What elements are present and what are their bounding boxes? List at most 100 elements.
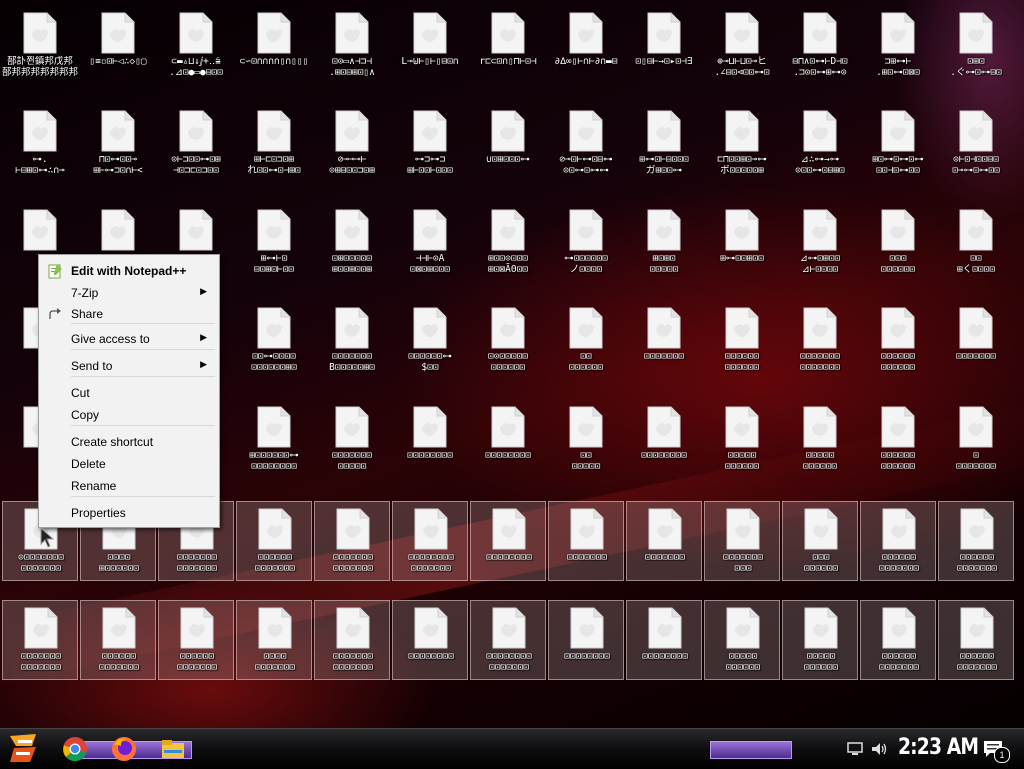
desktop-file-icon[interactable]: ⊙⊢⊐⊡⊡⊶⊡⊞ ⊣⊡⊐⊏⊡⊐⊡⊡ <box>158 104 234 184</box>
desktop-file-icon[interactable]: ⊡⊡⊡⊡⊡⊡ ⊡⊡⊡⊡⊡⊡⊡ <box>236 501 312 581</box>
desktop-file-icon[interactable]: ⊡⊡⊡⊡⊡⊡⊡ ⊡⊡⊡⊡⊡⊡⊡ <box>314 501 390 581</box>
desktop-file-icon[interactable]: ⊡⊡ ⊡⊡⊡⊡⊡⊡ <box>548 301 624 381</box>
desktop-file-icon[interactable]: ⊿⊶⊡⊞⊡⊡ ⊿⊢⊡⊡⊡⊡ <box>782 203 858 283</box>
desktop-file-icon[interactable]: ⊂∽⊡∩∩∩∩▯∩▯▯▯ <box>236 6 312 86</box>
menu-item-7-zip[interactable]: 7-Zip ▶ <box>39 283 219 303</box>
desktop-file-icon[interactable]: ⊡▯⊟⊢→⊡▸⊡⊣∃ <box>626 6 702 86</box>
desktop-file-icon[interactable]: ⊐⊞⊶⊢ .⊞⊡⊶⊡⊠⊡ <box>860 6 936 86</box>
desktop-file-icon[interactable]: ⊡⊡⊡⊡⊡⊡ ⊡⊡⊡⊡⊡⊡ <box>860 400 936 480</box>
desktop-file-icon[interactable]: ⊡⊡⊡⊡⊡ ⊡⊡⊡⊡⊡⊡ <box>704 400 780 480</box>
desktop-file-icon[interactable]: ⊞⊶⊡⊡⊞⊡⊡ <box>704 203 780 283</box>
pinned-chrome[interactable] <box>62 736 88 762</box>
desktop-file-icon[interactable]: ⊡⊡⊡⊡⊡⊡⊡ B⊡⊡⊡⊡⊡⊞⊡ <box>314 301 390 381</box>
desktop-file-icon[interactable]: ⊡⊡⊡⊡⊡⊡ ⊡⊡⊡⊡⊡⊡ <box>704 301 780 381</box>
desktop-file-icon[interactable]: ⊣⊣⊢⊙A ⊡⊠⊡⊞⊡⊡⊡ <box>392 203 468 283</box>
desktop-file-icon[interactable]: ⊡⊡⊡⊡⊡⊡⊡⊡ <box>626 400 702 480</box>
menu-item-cut[interactable]: Cut <box>39 383 219 403</box>
desktop-file-icon[interactable]: ⊡⊡⊡⊡⊡⊡ ⊡⊡⊡⊡⊡⊡⊡ <box>860 501 936 581</box>
desktop-file-icon[interactable]: ⊙⊢⊡⊣⊡⊡⊟⊡ ⊡⊸⊶⊡⊶⊡⊡ <box>938 104 1014 184</box>
desktop-file-icon[interactable]: ⊡⊡⊡⊡⊡⊡ ⊡⊡⊡⊡⊡⊡ <box>860 301 936 381</box>
desktop-file-icon[interactable]: ⊡⊡⊡⊡⊡⊡⊡⊡ <box>392 600 468 680</box>
desktop-file-icon[interactable]: ⊡ ⊡⊡⊡⊡⊡⊡⊡ <box>938 400 1014 480</box>
desktop-file-icon[interactable]: ⊡⊡⊡⊡⊡⊡⊡⊡ <box>470 501 546 581</box>
desktop-file-icon[interactable]: 郚訃쬔鎮邦戊邦 郚邦邦邦邦邦邦邦 <box>2 6 78 86</box>
desktop-file-icon[interactable]: ⊡⊡⊡⊡⊡⊡ ⊡⊡⊡⊡⊡⊡⊡ <box>80 600 156 680</box>
menu-item-create-shortcut[interactable]: Create shortcut <box>39 432 219 452</box>
desktop-file-icon[interactable]: ⊡⊡⊡⊡⊡⊡ ⊡⊡⊡⊡⊡⊡⊡ <box>938 501 1014 581</box>
desktop-file-icon[interactable]: ⊶. ⊢⊟⊞⊡⊶∴∩⊸ <box>2 104 78 184</box>
desktop-file-icon[interactable]: ⊡⊡⊡⊡⊡⊡⊡ <box>626 501 702 581</box>
desktop-file-icon[interactable]: ⊡⊡⊡⊡⊡⊡ ⊡⊡⊡⊡⊡⊡⊡ <box>860 600 936 680</box>
desktop-file-icon[interactable]: ⊞⊡⊶⊡⊶⊡⊶ ⊡⊡⊣⊡⊶⊡⊡ <box>860 104 936 184</box>
desktop-file-icon[interactable]: ⊞⊡⊡⊙⊡⊡⊡ ⊞⊡⊠ÃΘ⊡⊡ <box>470 203 546 283</box>
desktop-file-icon[interactable]: ⊡⊡⊡ ⊡⊡⊡⊡⊡⊡ <box>782 501 858 581</box>
desktop-file-icon[interactable]: ⊟⊓∧⊡⊶⊢D⊣⊡ .⊐⊙⊡⊶⊞⊶⊙ <box>782 6 858 86</box>
network-status[interactable] <box>846 741 864 757</box>
desktop-file-icon[interactable]: ⊡⊡⊡⊡⊡⊡⊡⊡ <box>392 400 468 480</box>
desktop-file-icon[interactable]: ⊕⊸⊔⊢⊔⊡⊸ヒ .∠⊟⊡⊲⊡⊡⊶⊡ <box>704 6 780 86</box>
desktop-file-icon[interactable]: ⊡⊡⊡⊡⊡⊡⊡⊡ <box>626 600 702 680</box>
start-button[interactable] <box>6 732 48 766</box>
desktop-file-icon[interactable]: ⊡⊡⊡⊡⊡⊡⊡ ⊡⊡⊡⊡⊡⊡⊡ <box>314 600 390 680</box>
desktop-file-icon[interactable]: ⊡⊡⊡⊡⊡ ⊡⊡⊡⊡⊡⊡ <box>782 400 858 480</box>
desktop-file-icon[interactable]: ⊞⊶⊢⊡ ⊟⊡⊞⊡⊢⊡⊡ <box>236 203 312 283</box>
desktop-file-icon[interactable]: ⊂▬▵⊔↓ⅉ+‥⩭ .⊿⊡●▭●⊟⊡⊡ <box>158 6 234 86</box>
desktop-file-icon[interactable]: ⊡⊡⊶⊡⊡⊡⊡ ⊡⊡⊡⊡⊡⊡⊞⊡ <box>236 301 312 381</box>
desktop-file-icon[interactable]: ∪⊡⊞⊡⊡⊡⊶ <box>470 104 546 184</box>
desktop-file-icon[interactable]: ⊓⊡⊶⊡⊡⊸ ⊞⊢⊶⊐⊡∩⊢< <box>80 104 156 184</box>
desktop-file-icon[interactable]: ⊡⊡⊡⊡⊡⊡⊡⊡ <box>548 600 624 680</box>
desktop-file-icon[interactable]: ⊡⊡⊡⊡⊡⊡⊡⊡ ⊡⊡⊡⊡⊡⊡⊡ <box>392 501 468 581</box>
menu-item-share[interactable]: Share <box>39 304 219 324</box>
desktop-file-icon[interactable]: ⊏⊓⊡⊡⊞⊡⊸⊶ ボ⊡⊡⊡⊡⊡⊞ <box>704 104 780 184</box>
menu-item-copy[interactable]: Copy <box>39 405 219 425</box>
desktop-file-icon[interactable]: ⊡⊡ ⊡⊡⊡⊡⊡ <box>548 400 624 480</box>
desktop-file-icon[interactable]: ⊡⊡ ⊞く⊡⊡⊡⊡ <box>938 203 1014 283</box>
desktop-file-icon[interactable]: ⊡⊡⊡⊡⊡⊡⊡ <box>938 301 1014 381</box>
desktop[interactable]: 郚訃쬔鎮邦戊邦 郚邦邦邦邦邦邦邦 ▯≡▫⊡⊢◁∴◇▯▢ ⊂▬▵⊔↓ⅉ+‥⩭ .⊿⊡●… <box>0 0 1024 728</box>
pinned-firefox[interactable] <box>110 735 138 763</box>
desktop-file-icon[interactable]: ⊘⊸⊸⊸⊢ ⊙⊞⊟⊡⊡⊐⊡⊞ <box>314 104 390 184</box>
desktop-file-icon[interactable]: r⊏⊂⊡∩▯⊓⊢⊡⊣ <box>470 6 546 86</box>
desktop-file-icon[interactable]: ⊡⊡⊡⊡⊡⊡⊡ <box>626 301 702 381</box>
menu-item-properties[interactable]: Properties <box>39 503 219 523</box>
desktop-file-icon[interactable]: ⊡⊞⊡⊡⊡⊡⊡ ⊞⊡⊡⊞⊡⊡⊞ <box>314 203 390 283</box>
desktop-file-icon[interactable]: ⊶⊐⊶⊐ ⊞⊢⊡⊡⊢⊡⊡⊡ <box>392 104 468 184</box>
desktop-file-icon[interactable]: L⊸⊎⊢▯⊢▯⊟⊡∩ <box>392 6 468 86</box>
desktop-file-icon[interactable]: ⊡⊡⊡⊡ ⊡⊡⊡⊡⊡⊡⊡ <box>236 600 312 680</box>
desktop-file-icon[interactable]: ⊡⊡⊡⊡⊡⊡⊶ $⊡⊡ <box>392 301 468 381</box>
desktop-file-icon[interactable]: ⊡⊙▭∧⊣⊐⊣ .⊞⊡⊟⊞⊡▯∧ <box>314 6 390 86</box>
desktop-file-icon[interactable]: ⊞⊢⊏⊡⊐⊡⊞ れ⊡⊡⊶⊡⊣⊞⊡ <box>236 104 312 184</box>
desktop-file-icon[interactable]: ⊞⊡⊞⊡ ⊡⊡⊡⊡⊡ <box>626 203 702 283</box>
desktop-file-icon[interactable]: ⊡⊡⊡⊡⊡⊡⊡ ⊡⊡⊡⊡⊡⊡⊡ <box>782 301 858 381</box>
desktop-file-icon[interactable]: ⊶⊡⊡⊡⊡⊡⊡ ノ⊡⊡⊡⊡ <box>548 203 624 283</box>
desktop-file-icon[interactable]: ⊡⊡⊡ ⊡⊡⊡⊡⊡⊡ <box>860 203 936 283</box>
desktop-file-icon[interactable]: ⊡⊡⊡⊡⊡⊡⊡ ⊡⊡⊡⊡⊡⊡⊡ <box>2 600 78 680</box>
menu-item-rename[interactable]: Rename <box>39 476 219 496</box>
desktop-file-icon[interactable]: ⊡⊡⊡⊡⊡⊡⊡ ⊡⊡⊡ <box>704 501 780 581</box>
desktop-file-icon[interactable]: ⊡⊡⊡⊡⊡⊡⊡⊡ <box>470 400 546 480</box>
desktop-file-icon[interactable]: ⊿∴⊶→⊶ ⊙⊡⊡⊶⊡⊟⊞⊡ <box>782 104 858 184</box>
document-file-icon <box>725 209 759 251</box>
desktop-file-icon[interactable]: ⊡⊡⊡⊡⊡⊡ ⊡⊡⊡⊡⊡⊡⊡ <box>938 600 1014 680</box>
desktop-file-icon[interactable]: ⊞⊶⊡⊢⊟⊡⊡⊡ ガ⊞⊡⊡⊶ <box>626 104 702 184</box>
desktop-file-icon[interactable]: ⊘⊸⊡⊢⊶⊡⊟⊶ ⊙⊡⊶⊡⊶⊶ <box>548 104 624 184</box>
menu-item-edit-with-notepadplusplus[interactable]: Edit with Notepad++ <box>39 261 219 281</box>
desktop-file-icon[interactable]: ▯≡▫⊡⊢◁∴◇▯▢ <box>80 6 156 86</box>
desktop-file-icon[interactable]: ⊡⊡⊡⊡⊡⊡ ⊡⊡⊡⊡⊡⊡⊡ <box>158 600 234 680</box>
menu-item-delete[interactable]: Delete <box>39 454 219 474</box>
desktop-file-icon[interactable]: ⊡⊡⊡⊡⊡ ⊡⊡⊡⊡⊡⊡ <box>782 600 858 680</box>
desktop-file-icon[interactable]: ⊡⊙⊡⊡⊡⊡⊡ ⊡⊡⊡⊡⊡⊡ <box>470 301 546 381</box>
desktop-file-icon[interactable]: ⊡⊡⊡⊡⊡⊡⊡⊡ ⊡⊡⊡⊡⊡⊡⊡ <box>470 600 546 680</box>
volume-control[interactable] <box>870 740 888 758</box>
desktop-file-icon[interactable]: ∂∆∞▯⊢∩⊢∂∩▬⊟ <box>548 6 624 86</box>
desktop-file-icon[interactable]: ⊡⊡⊡⊡⊡⊡⊡ ⊡⊡⊡⊡⊡ <box>314 400 390 480</box>
pinned-file-explorer[interactable] <box>160 736 186 762</box>
menu-item-give-access-to[interactable]: Give access to ▶ <box>39 329 219 349</box>
desktop-file-icon[interactable]: ⊡⊡⊡⊡⊡⊡⊡ <box>548 501 624 581</box>
desktop-file-icon[interactable]: ⊞⊡⊡⊡⊡⊡⊡⊶ ⊡⊡⊡⊡⊡⊡⊡⊡ <box>236 400 312 480</box>
desktop-file-icon[interactable]: ⊡⊞⊡ .ぐ⊶⊡⊶⊟⊡ <box>938 6 1014 86</box>
action-center-button[interactable]: 1 <box>980 737 1010 763</box>
menu-item-send-to[interactable]: Send to ▶ <box>39 356 219 376</box>
taskbar-clock[interactable]: 2:23 AM <box>898 735 979 760</box>
desktop-file-icon[interactable]: ⊡⊡⊡⊡⊡ ⊡⊡⊡⊡⊡⊡ <box>704 600 780 680</box>
